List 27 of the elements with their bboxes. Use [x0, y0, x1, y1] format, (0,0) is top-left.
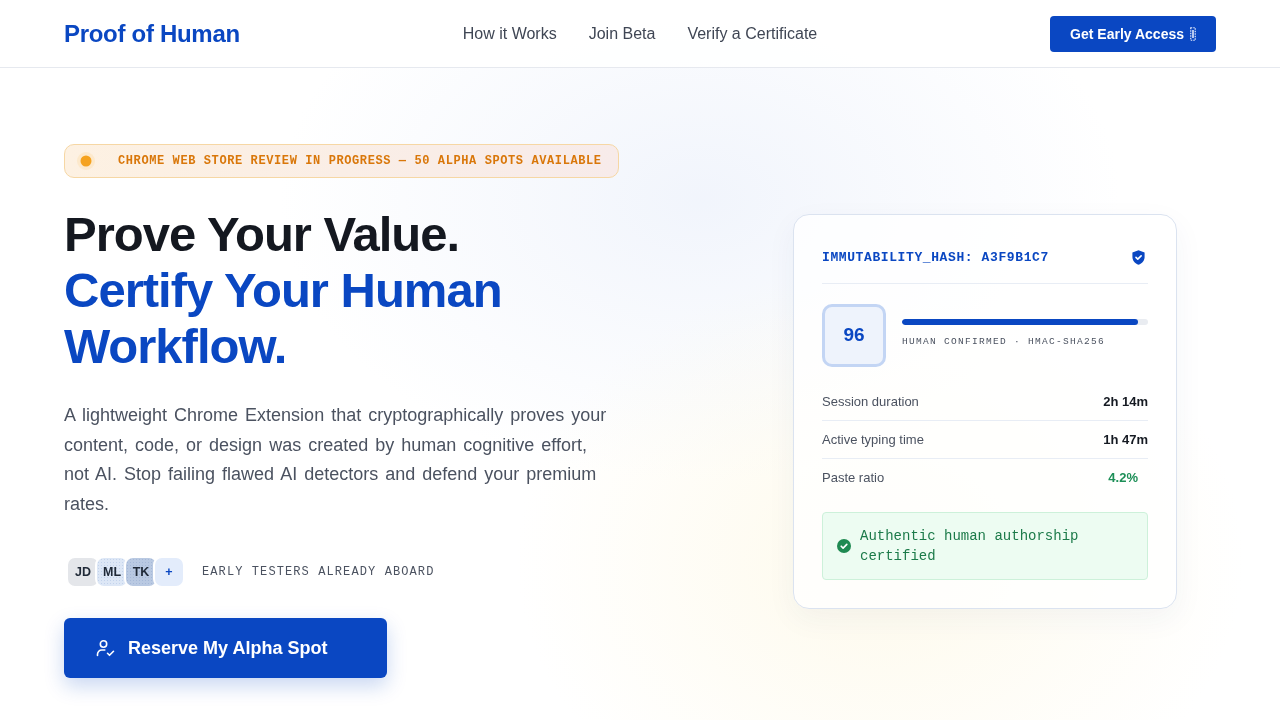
brand-logo[interactable]: Proof of Human [64, 19, 240, 48]
hero-description: A lightweight Chrome Extension that cryptographically proves your content, code, or design was created by human cognitive effort, not AI. Stop failing flawed AI detectors and defend your premium rates. [64, 404, 608, 516]
stat-label: Paste ratio [822, 469, 885, 485]
score-tile: 96 [822, 303, 886, 367]
verdict-text: Authentic human authorship certified [860, 526, 1080, 566]
reserve-spot-button[interactable]: Reserve My Alpha Spot [64, 618, 387, 678]
user-check-icon [96, 639, 115, 657]
headline-text: Certify Your Human Workflow. [64, 262, 503, 374]
stat-label: Active typing time [822, 431, 924, 447]
stat-value: 4.2% [1108, 469, 1139, 485]
testers-caption: EARLY TESTERS ALREADY ABOARD [202, 565, 435, 579]
nav-link[interactable]: Verify a Certificate [687, 24, 818, 43]
nav-link[interactable]: Join Beta [588, 24, 656, 43]
early-access-button[interactable]: Get Early Access [1050, 15, 1216, 52]
stat-label: Session duration [822, 393, 919, 409]
hash-label: IMMUTABILITY_HASH: A3F9B1C7 [822, 250, 1049, 265]
confidence-caption: HUMAN CONFIRMED · HMAC-SHA256 [902, 335, 1107, 347]
announcement-text: CHROME WEB STORE REVIEW IN PROGRESS — 50 ALPHA SPOTS AVAILABLE [118, 154, 602, 168]
status-dot-icon [76, 151, 96, 171]
headline-text: Prove Your Value. [64, 206, 461, 262]
stat-value: 1h 47m [1103, 431, 1148, 447]
nav-link[interactable]: How it Works [462, 24, 557, 43]
shield-check-icon [1131, 249, 1146, 266]
check-circle-icon [837, 538, 851, 553]
box-glyph-icon [1190, 26, 1196, 41]
tester-avatar: + [153, 556, 185, 588]
stat-value: 2h 14m [1103, 393, 1148, 409]
